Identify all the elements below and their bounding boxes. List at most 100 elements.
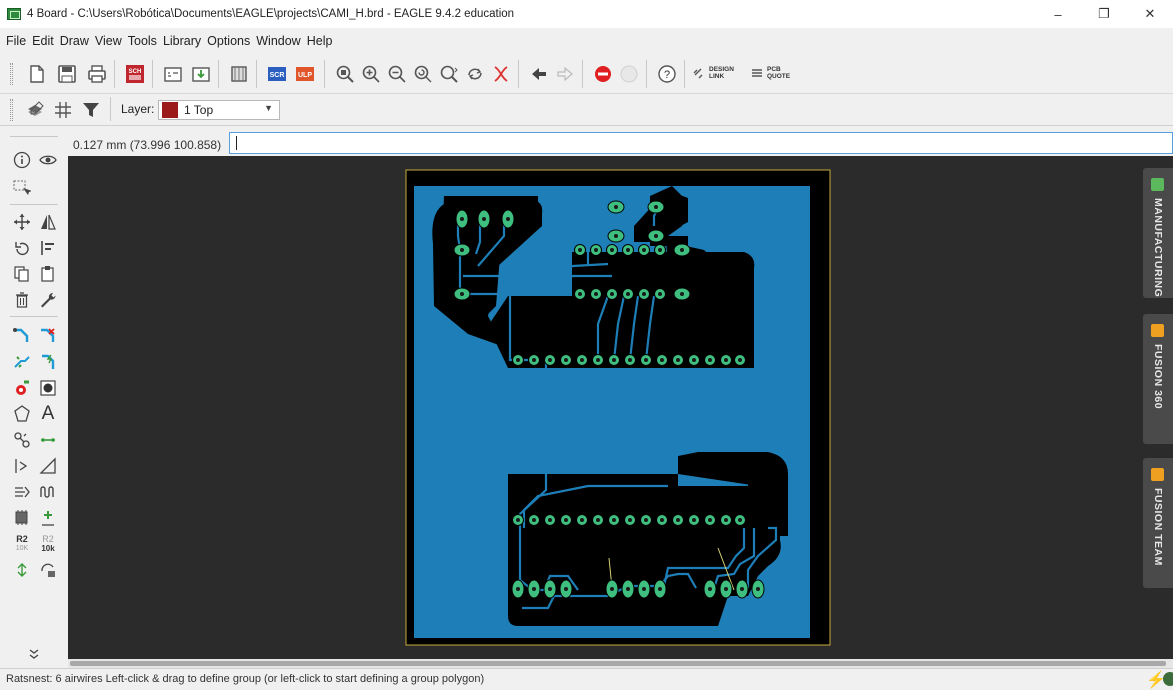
show-icon[interactable] bbox=[36, 148, 60, 172]
status-indicator-icon[interactable] bbox=[1163, 672, 1173, 686]
rotate-icon[interactable] bbox=[10, 236, 34, 260]
menu-help[interactable]: Help bbox=[307, 34, 333, 48]
board-drawing[interactable] bbox=[68, 156, 1140, 659]
pcb-quote-button[interactable]: PCB QUOTE bbox=[750, 66, 790, 80]
ulp-label: ULP bbox=[298, 72, 312, 79]
tab-fusion-360[interactable]: FUSION 360 bbox=[1143, 314, 1173, 444]
toolbar-separator bbox=[256, 60, 257, 88]
tab-manufacturing[interactable]: MANUFACTURING bbox=[1143, 168, 1173, 298]
tab-manufacturing-label: MANUFACTURING bbox=[1152, 198, 1164, 298]
menu-file[interactable]: File bbox=[6, 34, 26, 48]
maximize-button[interactable]: ❐ bbox=[1081, 0, 1127, 28]
menu-window[interactable]: Window bbox=[256, 34, 300, 48]
board-canvas[interactable] bbox=[68, 156, 1140, 659]
line-draw-icon[interactable] bbox=[36, 454, 60, 478]
link-icon bbox=[693, 68, 703, 79]
horizontal-scrollbar[interactable] bbox=[68, 659, 1173, 668]
paste-icon[interactable] bbox=[36, 262, 60, 286]
replace-icon[interactable] bbox=[36, 558, 60, 582]
mirror-icon[interactable] bbox=[36, 210, 60, 234]
delete-icon[interactable] bbox=[10, 288, 34, 312]
toolbar-separator bbox=[684, 60, 685, 88]
route-icon[interactable] bbox=[10, 324, 34, 348]
expand-chevron-icon[interactable] bbox=[22, 642, 46, 666]
zoom-fit-icon[interactable] bbox=[334, 63, 356, 85]
group-select-icon[interactable] bbox=[10, 176, 34, 200]
command-input[interactable] bbox=[229, 132, 1173, 154]
text-caret bbox=[236, 136, 237, 150]
attribute-icon[interactable] bbox=[10, 454, 34, 478]
ripup-icon[interactable] bbox=[36, 324, 60, 348]
go-icon bbox=[618, 63, 640, 85]
text-tool-icon[interactable]: A bbox=[36, 402, 60, 426]
menu-draw[interactable]: Draw bbox=[60, 34, 89, 48]
tab-fusion-team-label: FUSION TEAM bbox=[1152, 488, 1164, 566]
properties-wrench-icon[interactable] bbox=[36, 288, 60, 312]
resistor-name-button[interactable]: R2 10k bbox=[36, 532, 60, 556]
toolbar-separator bbox=[646, 60, 647, 88]
menu-library[interactable]: Library bbox=[163, 34, 201, 48]
undo-redo-cycle-icon[interactable] bbox=[464, 63, 486, 85]
help-icon[interactable]: ? bbox=[656, 63, 678, 85]
eagle-app-icon bbox=[7, 8, 21, 20]
r2-sub-label: 10K bbox=[15, 545, 29, 552]
optimize-route-icon[interactable] bbox=[36, 350, 60, 374]
menu-tools[interactable]: Tools bbox=[128, 34, 157, 48]
dimension-icon[interactable] bbox=[36, 428, 60, 452]
undo-icon[interactable] bbox=[528, 63, 550, 85]
layer-split-icon[interactable] bbox=[10, 480, 34, 504]
swap-icon[interactable] bbox=[10, 558, 34, 582]
ulp-button[interactable]: ULP bbox=[294, 63, 316, 85]
menu-view[interactable]: View bbox=[95, 34, 122, 48]
minimize-button[interactable]: – bbox=[1035, 0, 1081, 28]
add-part-icon[interactable] bbox=[10, 506, 34, 530]
menu-edit[interactable]: Edit bbox=[32, 34, 54, 48]
scrollbar-thumb[interactable] bbox=[70, 661, 1166, 666]
move-icon[interactable] bbox=[10, 210, 34, 234]
zoom-in-icon[interactable] bbox=[360, 63, 382, 85]
zoom-redraw-icon[interactable] bbox=[412, 63, 434, 85]
zoom-out-icon[interactable] bbox=[386, 63, 408, 85]
toolbar-grip[interactable] bbox=[10, 63, 13, 85]
layer-settings-icon[interactable] bbox=[24, 99, 46, 121]
autorouter-icon[interactable] bbox=[10, 350, 34, 374]
right-side-panel: MANUFACTURING FUSION 360 FUSION TEAM bbox=[1140, 156, 1173, 659]
net-classes-icon[interactable] bbox=[10, 428, 34, 452]
layer-label: Layer: bbox=[121, 102, 155, 116]
filter-icon[interactable] bbox=[80, 99, 102, 121]
design-link-button[interactable]: DESIGN LINK bbox=[692, 66, 734, 80]
align-icon[interactable] bbox=[36, 236, 60, 260]
grid-icon[interactable] bbox=[52, 99, 74, 121]
close-button[interactable]: ✕ bbox=[1127, 0, 1173, 28]
layer-selected-value: 1 Top bbox=[184, 103, 214, 117]
info-icon[interactable] bbox=[10, 148, 34, 172]
import-icon[interactable] bbox=[190, 63, 212, 85]
copy-icon[interactable] bbox=[10, 262, 34, 286]
print-icon[interactable] bbox=[86, 63, 108, 85]
via-icon[interactable] bbox=[10, 376, 34, 400]
ratsnest-icon[interactable] bbox=[490, 63, 512, 85]
script-button[interactable]: SCR bbox=[266, 63, 288, 85]
toolbar-grip[interactable] bbox=[10, 99, 13, 121]
cam-processor-icon[interactable] bbox=[162, 63, 184, 85]
board-icon[interactable] bbox=[228, 63, 250, 85]
new-file-icon[interactable] bbox=[26, 63, 48, 85]
zoom-select-icon[interactable] bbox=[438, 63, 460, 85]
polygon-icon[interactable] bbox=[10, 402, 34, 426]
schematic-switch-button[interactable]: SCH bbox=[124, 63, 146, 85]
tool-separator bbox=[10, 136, 58, 137]
tab-fusion-team[interactable]: FUSION TEAM bbox=[1143, 458, 1173, 588]
add-signal-icon[interactable] bbox=[36, 506, 60, 530]
hole-icon[interactable] bbox=[36, 376, 60, 400]
meander-icon[interactable] bbox=[36, 480, 60, 504]
resistor-value-button[interactable]: R2 10K bbox=[10, 532, 34, 556]
toolbar-separator bbox=[110, 97, 111, 121]
tab-fusion-360-label: FUSION 360 bbox=[1152, 344, 1164, 410]
toolbar-separator bbox=[152, 60, 153, 88]
window-title: 4 Board - C:\Users\Robótica\Documents\EA… bbox=[27, 8, 515, 20]
left-tool-palette: A R2 10K R2 10k bbox=[0, 128, 68, 668]
stop-icon[interactable] bbox=[592, 63, 614, 85]
menu-options[interactable]: Options bbox=[207, 34, 250, 48]
layer-select[interactable]: 1 Top ▼ bbox=[158, 100, 280, 120]
save-icon[interactable] bbox=[56, 63, 78, 85]
